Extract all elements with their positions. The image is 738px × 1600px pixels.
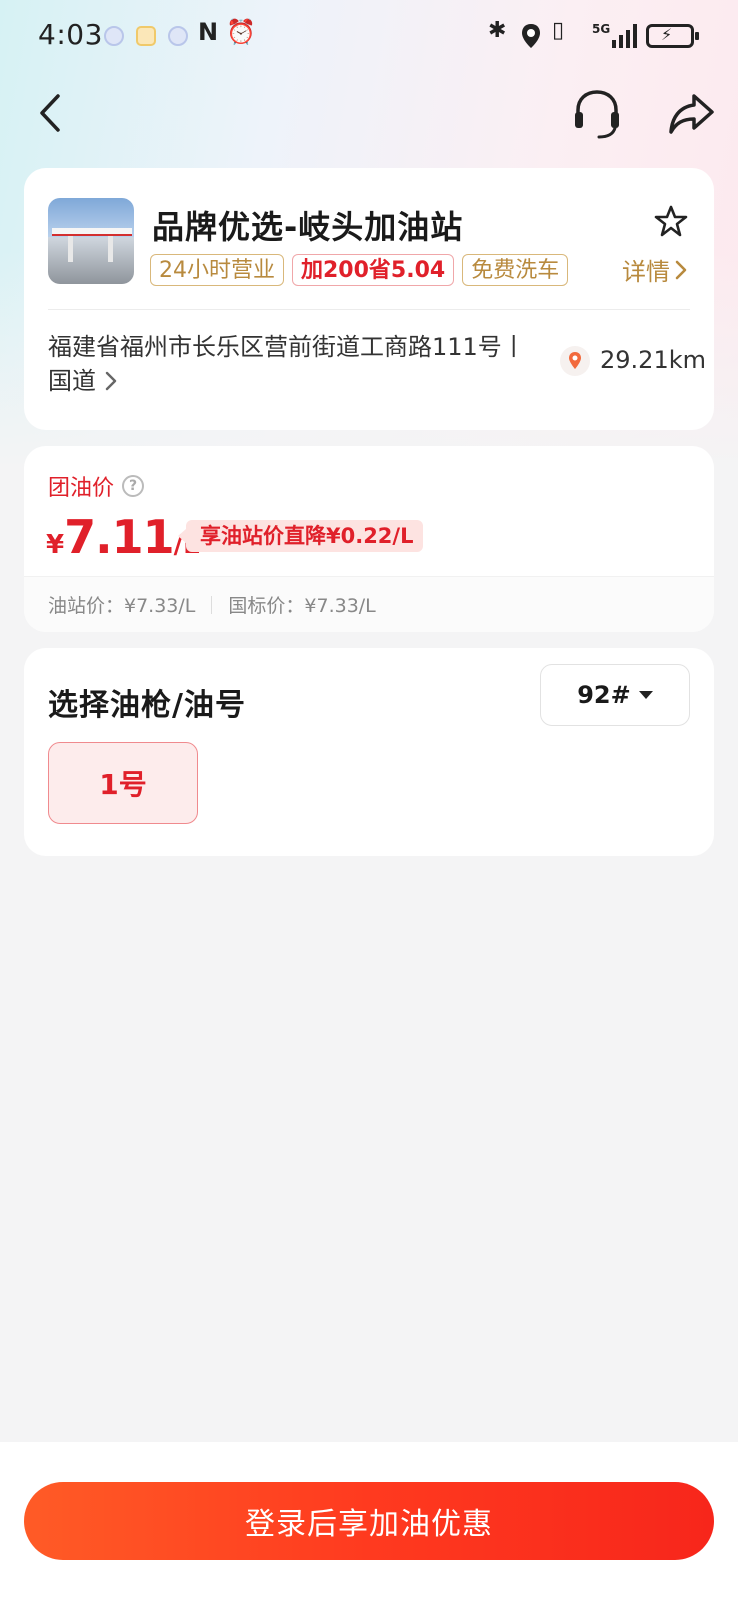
network-label: 5G [592,22,611,36]
fuel-grade-dropdown[interactable]: 92# [540,664,690,726]
station-name: 品牌优选-岐头加油站 [152,208,464,246]
details-label: 详情 [622,258,670,286]
tag-carwash: 免费洗车 [462,254,569,286]
notification-icon [136,26,156,46]
headset-icon[interactable] [570,86,624,142]
station-card: 品牌优选-岐头加油站 24小时营业 加200省5.04 免费洗车 详情 福建省福… [24,168,714,430]
separator [211,595,213,614]
station-price: 油站价：¥7.33/L [48,595,196,617]
details-link[interactable]: 详情 [622,252,692,287]
group-price: ¥7.11/L [46,510,200,564]
fuel-gun-option[interactable]: 1号 [48,742,198,824]
chevron-right-icon [105,371,117,391]
address-link[interactable]: 福建省福州市长乐区营前街道工商路111号丨国道 [48,330,546,398]
signal-icon [612,22,640,48]
fuel-selection-title: 选择油枪/油号 [48,688,246,723]
alarm-icon: ⏰ [226,18,256,46]
notification-icon [168,26,188,46]
price-label: 团油价 [48,476,115,501]
login-button[interactable]: 登录后享加油优惠 [24,1482,714,1560]
battery-icon: ⚡ [646,24,699,48]
reference-prices: 油站价：¥7.33/L 国标价：¥7.33/L [24,576,714,632]
distance: 29.21km [600,346,706,374]
chevron-right-icon [675,260,687,279]
share-icon[interactable] [666,88,716,138]
price-currency: ¥ [46,530,65,560]
promo-badge: 享油站价直降¥0.22/L [177,520,424,552]
status-time: 4:03 [38,18,103,51]
location-icon [522,24,540,48]
national-price: 国标价：¥7.33/L [228,595,376,617]
price-label-row: 团油价 ? [48,470,145,502]
help-icon[interactable]: ? [122,475,145,497]
tag-24h: 24小时营业 [150,254,284,286]
favorite-star-icon[interactable] [654,204,688,238]
price-card: 团油价 ? ¥7.11/L 享油站价直降¥0.22/L 油站价：¥7.33/L … [24,446,714,632]
back-icon[interactable] [30,88,74,138]
caret-down-icon [638,691,653,699]
station-tags: 24小时营业 加200省5.04 免费洗车 [150,254,569,286]
station-photo[interactable] [48,198,134,284]
status-bar: 4:03 N ⏰ ✱ ▯ 5G ⚡ [0,0,738,72]
vibrate-icon: ▯ [552,18,565,43]
fuel-grade-value: 92# [577,681,631,709]
notification-icon [104,26,124,46]
nfc-icon: N [198,18,219,46]
fuel-selection-card: 选择油枪/油号 92# 1号 [24,648,714,856]
bottom-bar: 登录后享加油优惠 [0,1442,738,1600]
bluetooth-icon: ✱ [488,18,507,43]
tag-discount: 加200省5.04 [292,254,455,286]
price-value: 7.11 [64,510,174,564]
divider [48,309,690,310]
map-pin-icon[interactable] [560,346,590,376]
